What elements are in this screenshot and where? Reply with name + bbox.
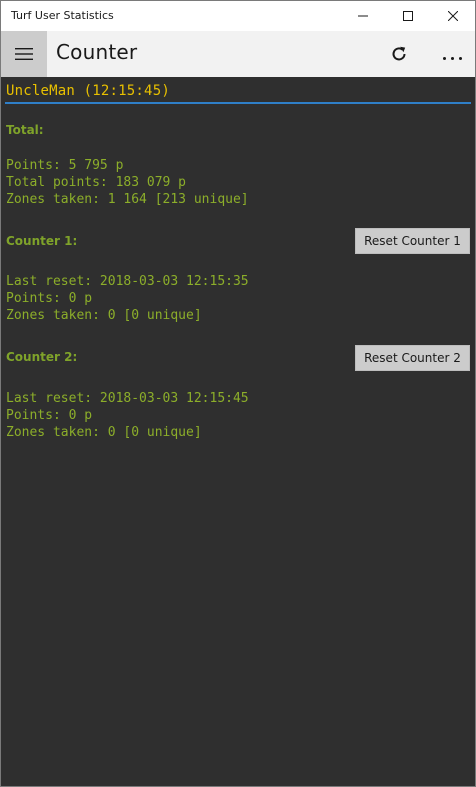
- total-zones-taken: Zones taken: 1 164 [213 unique]: [6, 192, 249, 207]
- total-total-points: Total points: 183 079 p: [6, 175, 187, 190]
- total-label: Total:: [6, 123, 44, 137]
- app-window: Turf User Statistics Counter UncleMan (1…: [0, 0, 476, 787]
- maximize-icon: [402, 11, 413, 21]
- more-icon: [440, 45, 464, 64]
- counter2-last-reset: Last reset: 2018-03-03 12:15:45: [6, 391, 249, 406]
- total-points: Points: 5 795 p: [6, 158, 124, 173]
- close-icon: [447, 11, 458, 21]
- counter2-label: Counter 2:: [6, 350, 78, 364]
- counter1-zones-taken: Zones taken: 0 [0 unique]: [6, 308, 202, 323]
- counter2-points: Points: 0 p: [6, 408, 93, 423]
- app-bar: Counter: [1, 31, 475, 77]
- counter1-points: Points: 0 p: [6, 291, 93, 306]
- reset-counter1-button[interactable]: Reset Counter 1: [355, 228, 470, 254]
- minimize-button[interactable]: [340, 1, 385, 31]
- counter1-last-reset: Last reset: 2018-03-03 12:15:35: [6, 274, 249, 289]
- counter2-zones-taken: Zones taken: 0 [0 unique]: [6, 425, 202, 440]
- content-area: UncleMan (12:15:45) Total: Points: 5 795…: [1, 77, 475, 786]
- window-title: Turf User Statistics: [11, 9, 114, 22]
- counter1-label: Counter 1:: [6, 234, 78, 248]
- more-button[interactable]: [429, 31, 475, 77]
- close-button[interactable]: [430, 1, 475, 31]
- user-header: UncleMan (12:15:45): [6, 83, 170, 99]
- minimize-icon: [357, 15, 368, 17]
- refresh-icon: [392, 46, 406, 61]
- title-bar: Turf User Statistics: [1, 1, 475, 31]
- maximize-button[interactable]: [385, 1, 430, 31]
- hamburger-icon: [15, 48, 33, 60]
- header-divider: [5, 102, 471, 104]
- menu-button[interactable]: [1, 31, 47, 77]
- refresh-button[interactable]: [377, 31, 421, 77]
- page-title: Counter: [56, 40, 138, 64]
- reset-counter2-button[interactable]: Reset Counter 2: [355, 345, 470, 371]
